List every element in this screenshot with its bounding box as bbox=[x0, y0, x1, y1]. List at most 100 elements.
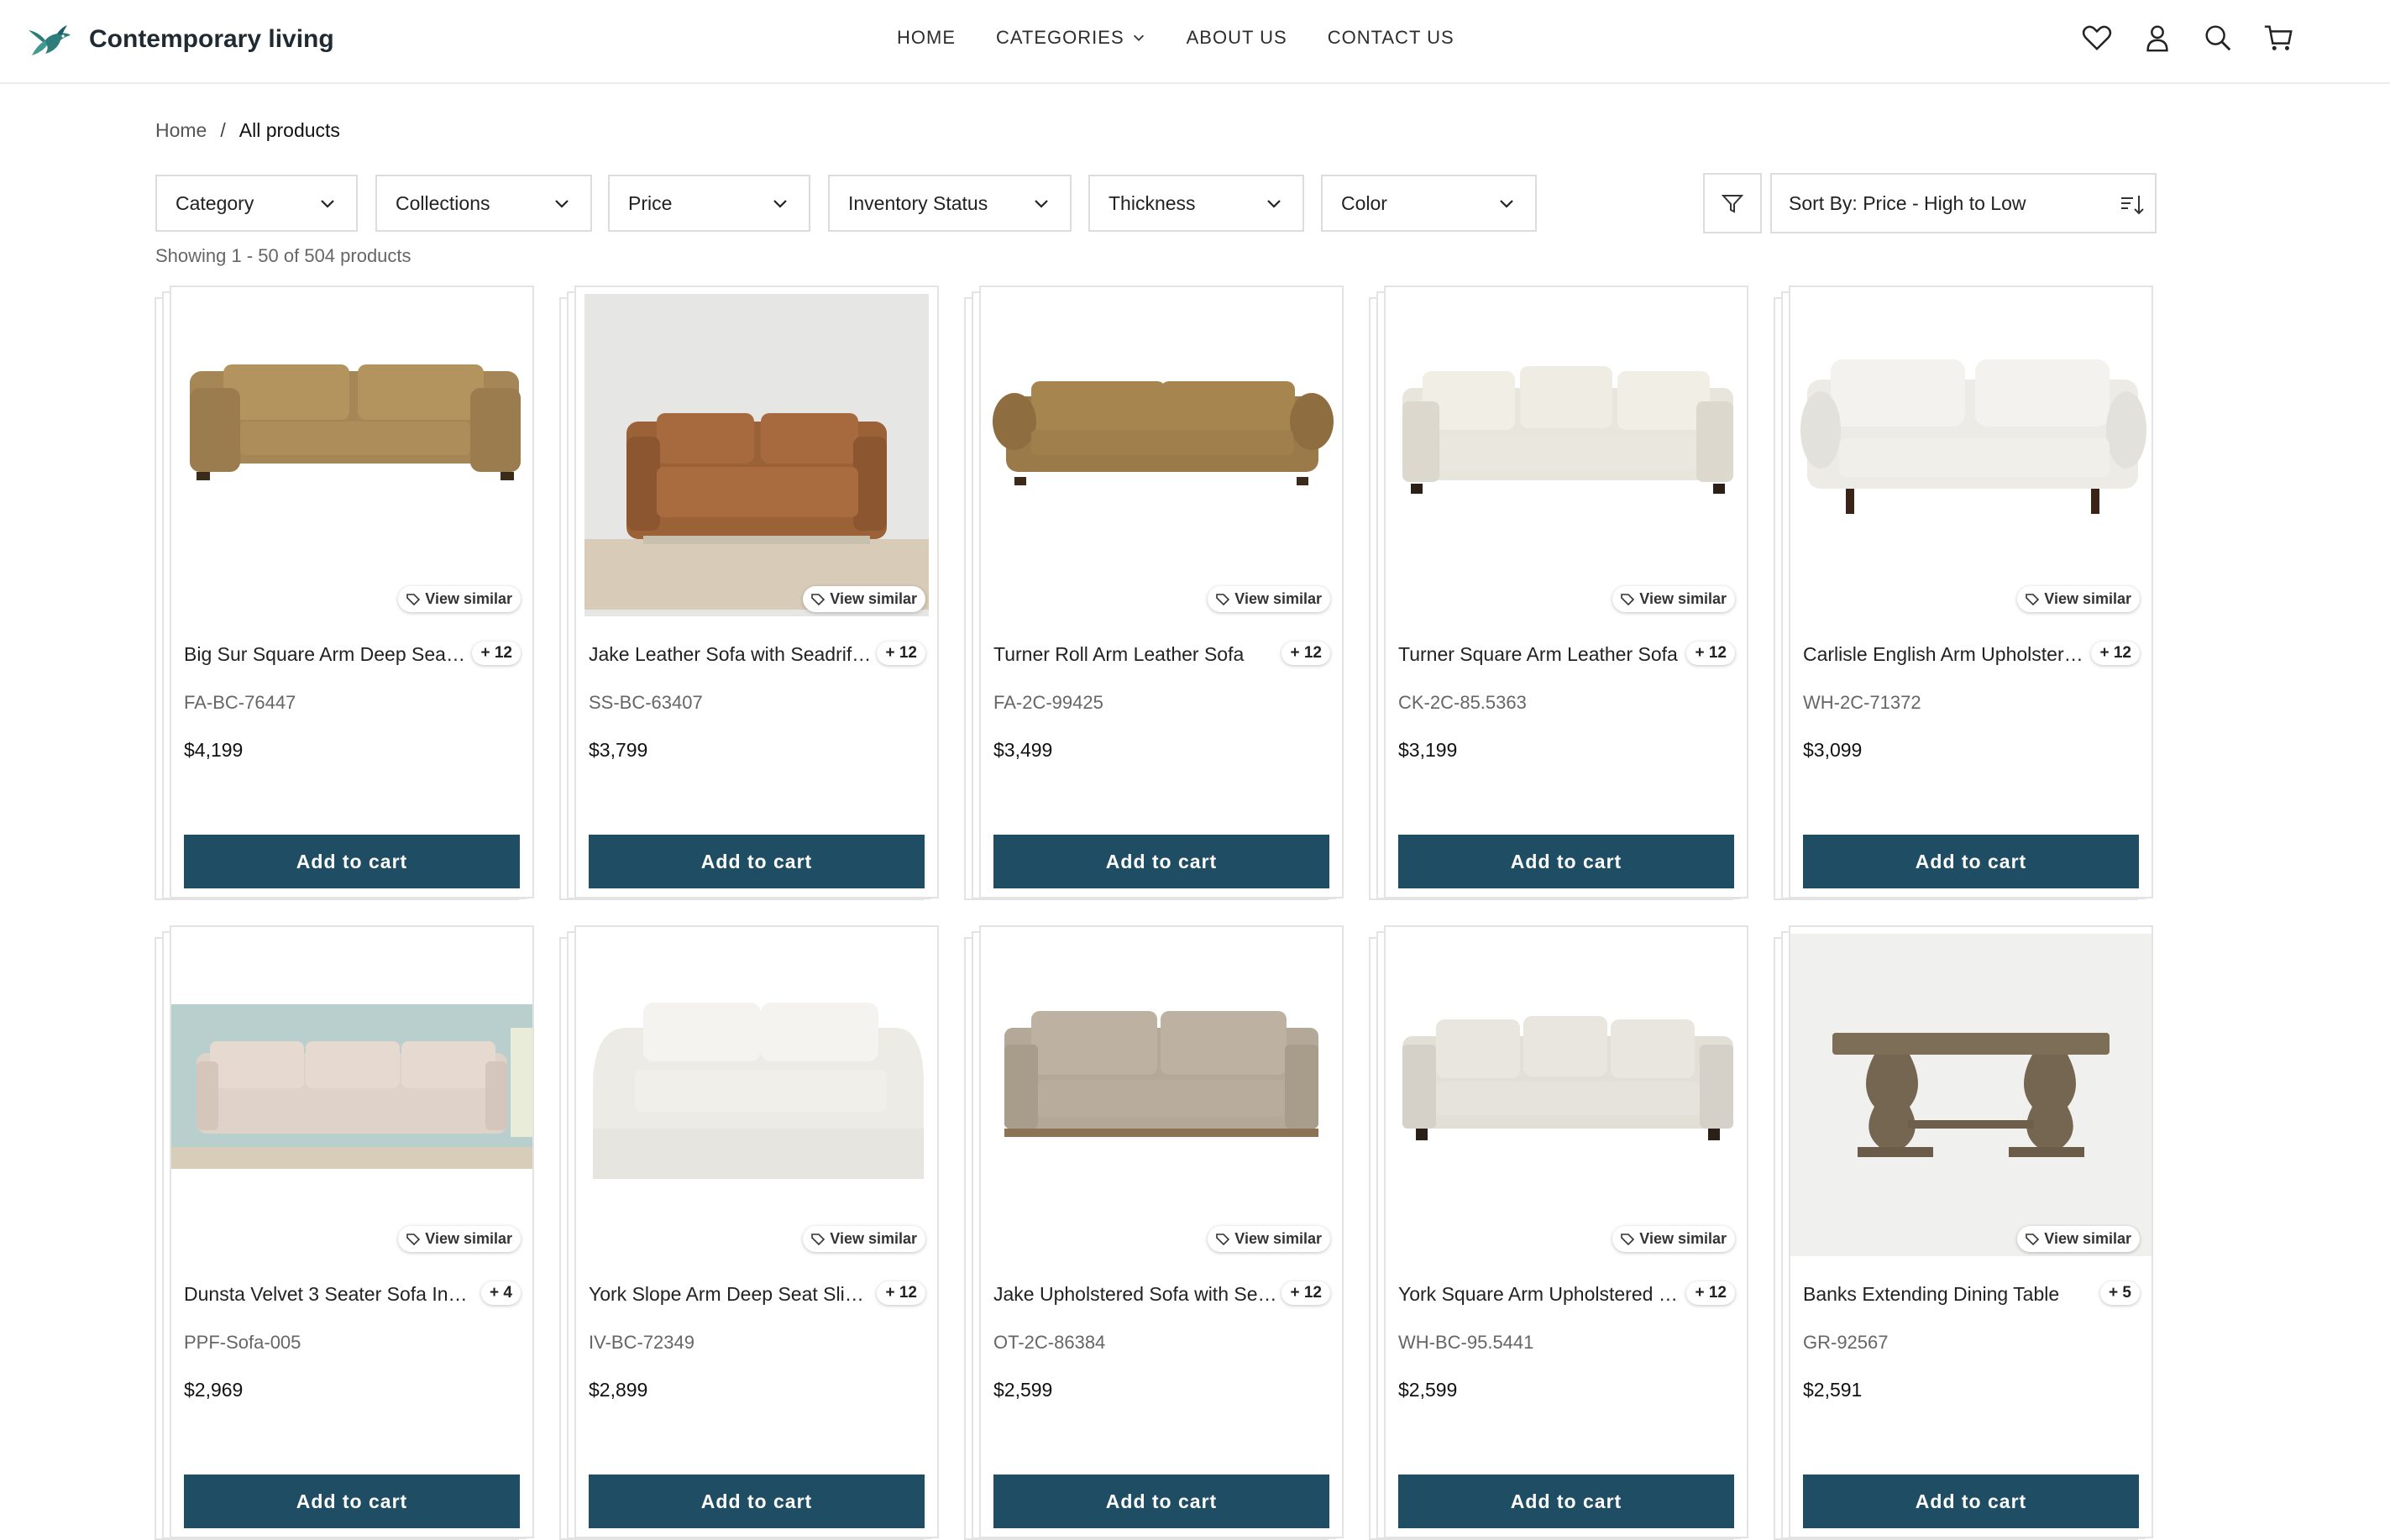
product-price: $2,599 bbox=[993, 1379, 1053, 1401]
product-price: $2,591 bbox=[1803, 1379, 1863, 1401]
product-image[interactable] bbox=[1790, 927, 2152, 1256]
product-image[interactable] bbox=[981, 927, 1342, 1256]
view-similar-button[interactable]: View similar bbox=[398, 586, 521, 612]
variant-count-badge[interactable]: + 12 bbox=[1281, 1281, 1330, 1305]
product-name[interactable]: Dunsta Velvet 3 Seater Sofa In Cream bbox=[184, 1283, 469, 1306]
nav-home[interactable]: HOME bbox=[897, 27, 956, 49]
add-to-cart-button[interactable]: Add to cart bbox=[184, 1475, 520, 1528]
filter-thickness[interactable]: Thickness bbox=[1088, 175, 1304, 232]
product-card[interactable]: View similar York Square Arm Upholstered… bbox=[1384, 925, 1748, 1538]
chevron-down-icon bbox=[1500, 200, 1513, 208]
product-card[interactable]: View similar Jake Leather Sofa with Sead… bbox=[574, 285, 939, 898]
filter-price[interactable]: Price bbox=[608, 175, 810, 232]
product-image[interactable] bbox=[171, 287, 532, 616]
add-to-cart-button[interactable]: Add to cart bbox=[993, 1475, 1329, 1528]
view-similar-button[interactable]: View similar bbox=[803, 1226, 925, 1252]
tag-icon bbox=[811, 593, 825, 605]
nav-categories[interactable]: CATEGORIES bbox=[996, 27, 1146, 49]
hummingbird-logo-icon[interactable] bbox=[24, 15, 74, 65]
heart-icon[interactable] bbox=[2081, 22, 2113, 54]
nav-contact-us[interactable]: CONTACT US bbox=[1328, 27, 1454, 49]
product-card[interactable]: View similar Banks Extending Dining Tabl… bbox=[1789, 925, 2153, 1538]
variant-count-badge[interactable]: + 12 bbox=[1686, 1281, 1735, 1305]
product-name[interactable]: Jake Upholstered Sofa with Seadrift Base bbox=[993, 1283, 1279, 1306]
add-to-cart-button[interactable]: Add to cart bbox=[1803, 1475, 2139, 1528]
variant-count-badge[interactable]: + 12 bbox=[2091, 642, 2140, 665]
add-to-cart-button[interactable]: Add to cart bbox=[184, 835, 520, 888]
view-similar-button[interactable]: View similar bbox=[803, 586, 925, 612]
variant-count-badge[interactable]: + 5 bbox=[2100, 1281, 2140, 1305]
product-price: $2,969 bbox=[184, 1379, 244, 1401]
filter-collections[interactable]: Collections bbox=[375, 175, 592, 232]
view-similar-button[interactable]: View similar bbox=[2017, 586, 2140, 612]
user-icon[interactable] bbox=[2141, 22, 2173, 54]
add-to-cart-button[interactable]: Add to cart bbox=[589, 1475, 925, 1528]
view-similar-button[interactable]: View similar bbox=[398, 1226, 521, 1252]
product-image[interactable] bbox=[576, 927, 937, 1256]
filter-category[interactable]: Category bbox=[155, 175, 358, 232]
product-image[interactable] bbox=[171, 927, 532, 1256]
breadcrumb-home[interactable]: Home bbox=[155, 119, 207, 142]
product-name[interactable]: Jake Leather Sofa with Seadrift Base bbox=[589, 643, 874, 666]
product-image[interactable] bbox=[1386, 287, 1747, 616]
product-price: $3,799 bbox=[589, 739, 648, 761]
view-similar-button[interactable]: View similar bbox=[2017, 1226, 2140, 1252]
product-sku: SS-BC-63407 bbox=[589, 692, 703, 713]
view-similar-button[interactable]: View similar bbox=[1208, 586, 1330, 612]
view-similar-button[interactable]: View similar bbox=[1208, 1226, 1330, 1252]
header-icons bbox=[2081, 22, 2294, 54]
add-to-cart-button[interactable]: Add to cart bbox=[993, 835, 1329, 888]
nav-contact-label: CONTACT US bbox=[1327, 27, 1454, 48]
product-name[interactable]: Turner Square Arm Leather Sofa bbox=[1398, 643, 1684, 666]
view-similar-button[interactable]: View similar bbox=[1612, 1226, 1735, 1252]
variant-count-badge[interactable]: + 12 bbox=[472, 642, 521, 665]
product-image[interactable] bbox=[576, 287, 937, 616]
view-similar-label: View similar bbox=[1639, 1230, 1727, 1247]
product-price: $4,199 bbox=[184, 739, 244, 761]
product-name[interactable]: Banks Extending Dining Table bbox=[1803, 1283, 2089, 1306]
product-name[interactable]: York Square Arm Upholstered Sofa bbox=[1398, 1283, 1684, 1306]
results-count: Showing 1 - 50 of 504 products bbox=[155, 245, 411, 266]
nav-about-us[interactable]: ABOUT US bbox=[1187, 27, 1287, 49]
product-image[interactable] bbox=[1386, 927, 1747, 1256]
product-name[interactable]: York Slope Arm Deep Seat Slipcovered Sof… bbox=[589, 1283, 874, 1306]
product-card[interactable]: View similar Turner Roll Arm Leather Sof… bbox=[979, 285, 1344, 898]
search-icon[interactable] bbox=[2202, 22, 2234, 54]
product-card[interactable]: View similar York Slope Arm Deep Seat Sl… bbox=[574, 925, 939, 1538]
main-nav: HOME CATEGORIES ABOUT US CONTACT US bbox=[897, 27, 1495, 49]
product-card[interactable]: View similar Turner Square Arm Leather S… bbox=[1384, 285, 1748, 898]
view-similar-label: View similar bbox=[2044, 1230, 2131, 1247]
brand-name[interactable]: Contemporary living bbox=[89, 25, 334, 54]
product-card-stack: View similar Turner Roll Arm Leather Sof… bbox=[964, 285, 1344, 900]
filter-inventory-status[interactable]: Inventory Status bbox=[828, 175, 1072, 232]
product-name[interactable]: Turner Roll Arm Leather Sofa bbox=[993, 643, 1279, 666]
variant-count-badge[interactable]: + 12 bbox=[1686, 642, 1735, 665]
cart-icon[interactable] bbox=[2262, 22, 2294, 54]
add-to-cart-button[interactable]: Add to cart bbox=[1803, 835, 2139, 888]
product-name[interactable]: Carlisle English Arm Upholstered Sofa bbox=[1803, 643, 2089, 666]
tag-icon bbox=[811, 1233, 825, 1245]
variant-count-badge[interactable]: + 4 bbox=[481, 1281, 521, 1305]
view-similar-button[interactable]: View similar bbox=[1612, 586, 1735, 612]
product-name[interactable]: Big Sur Square Arm Deep Seat Leather Sof… bbox=[184, 643, 469, 666]
product-price: $3,099 bbox=[1803, 739, 1863, 761]
breadcrumb: Home / All products bbox=[155, 119, 340, 142]
filter-price-label: Price bbox=[628, 191, 673, 214]
product-image[interactable] bbox=[1790, 287, 2152, 616]
product-image[interactable] bbox=[981, 287, 1342, 616]
product-card[interactable]: View similar Carlisle English Arm Uphols… bbox=[1789, 285, 2153, 898]
variant-count-badge[interactable]: + 12 bbox=[877, 1281, 925, 1305]
product-card[interactable]: View similar Big Sur Square Arm Deep Sea… bbox=[170, 285, 534, 898]
sort-select[interactable]: Sort By: Price - High to Low bbox=[1770, 173, 2157, 233]
filter-color[interactable]: Color bbox=[1321, 175, 1537, 232]
filter-collections-label: Collections bbox=[396, 191, 490, 214]
variant-count-badge[interactable]: + 12 bbox=[877, 642, 925, 665]
add-to-cart-button[interactable]: Add to cart bbox=[1398, 1475, 1734, 1528]
variant-count-badge[interactable]: + 12 bbox=[1281, 642, 1330, 665]
product-card[interactable]: View similar Dunsta Velvet 3 Seater Sofa… bbox=[170, 925, 534, 1538]
view-similar-label: View similar bbox=[425, 1230, 512, 1247]
add-to-cart-button[interactable]: Add to cart bbox=[1398, 835, 1734, 888]
product-card[interactable]: View similar Jake Upholstered Sofa with … bbox=[979, 925, 1344, 1538]
filter-toggle-button[interactable] bbox=[1703, 173, 1762, 233]
add-to-cart-button[interactable]: Add to cart bbox=[589, 835, 925, 888]
